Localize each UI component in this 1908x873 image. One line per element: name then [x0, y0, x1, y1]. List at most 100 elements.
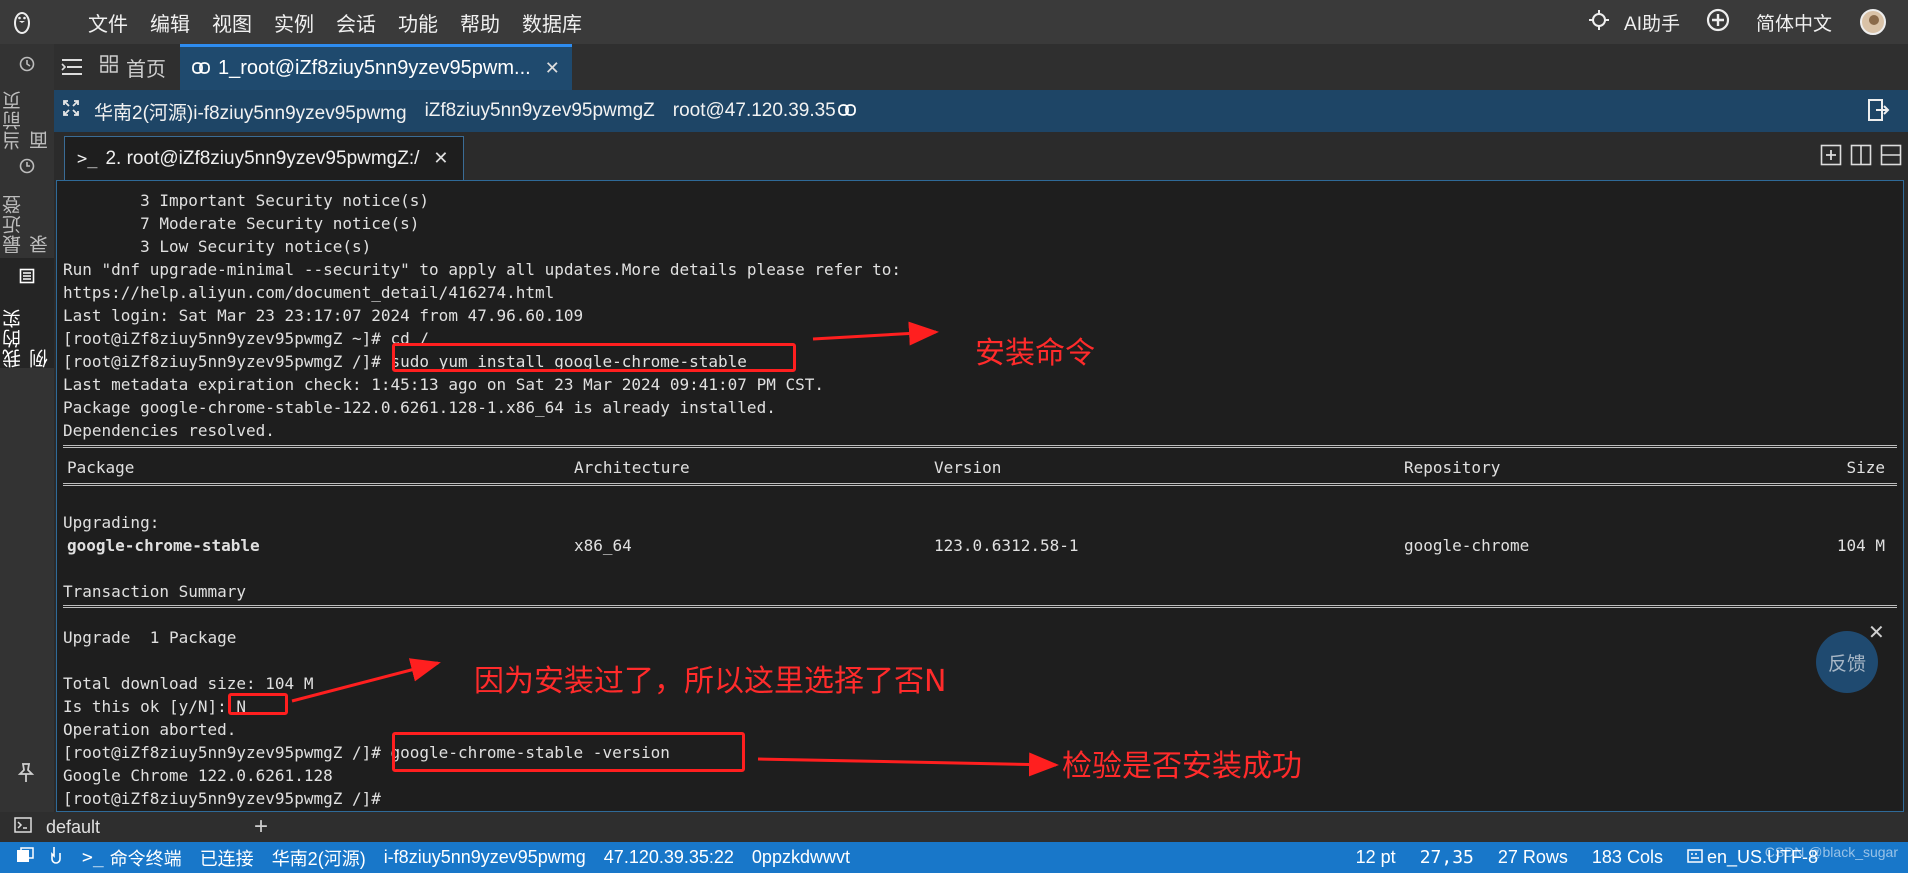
terminal-line: Google Chrome 122.0.6261.128	[63, 766, 333, 785]
package-repository: google-chrome	[1404, 536, 1530, 555]
table-header-version: Version	[934, 458, 1002, 477]
package-name: google-chrome-stable	[67, 536, 260, 555]
menu-instance[interactable]: 实例	[274, 8, 314, 37]
terminal-line: Total download size: 104 M	[63, 674, 314, 693]
terminal-prompt-icon: >_	[82, 847, 104, 868]
sidebar-item-current-page[interactable]: 当前页面	[0, 50, 54, 150]
table-divider	[63, 605, 1897, 613]
menu-bar: 文件 编辑 视图 实例 会话 功能 帮助 数据库 AI助手 简体中文	[0, 0, 1908, 44]
annotation-choose-no: 因为安装过了，所以这里选择了否N	[474, 664, 947, 699]
terminal-line: 3 Important Security notice(s)	[63, 191, 430, 210]
avatar[interactable]	[1860, 9, 1886, 35]
split-vertical-icon[interactable]	[1850, 144, 1872, 171]
left-sidebar: 当前页面 最近登录 我的实例	[0, 44, 54, 812]
tab-session-1[interactable]: 1_root@iZf8ziuy5nn9yzev95pwm... ✕	[180, 44, 572, 90]
status-bar: >_ 命令终端 已连接 华南2(河源) i-f8ziuy5nn9yzev95pw…	[0, 842, 1908, 873]
status-address: 47.120.39.35:22	[603, 847, 734, 867]
split-horizontal-icon[interactable]	[1880, 144, 1902, 171]
terminal-line: Last metadata expiration check: 1:45:13 …	[63, 375, 824, 394]
pin-icon[interactable]	[14, 761, 38, 790]
status-session-id: 0ppzkdwwvt	[751, 847, 850, 867]
terminal-icon	[14, 816, 32, 838]
exit-icon[interactable]	[1866, 98, 1890, 128]
connection-bar: 华南2(河源)i-f8ziuy5nn9yzev95pwmg iZf8ziuy5n…	[54, 90, 1908, 132]
upgrade-line: Upgrade 1 Package	[63, 628, 237, 647]
list-icon	[19, 268, 35, 290]
table-divider	[63, 483, 1897, 491]
session-name[interactable]: default	[46, 817, 100, 838]
terminal-tab[interactable]: >_ 2. root@iZf8ziuy5nn9yzev95pwmgZ:/ ✕	[64, 136, 464, 180]
highlight-answer-n	[228, 693, 288, 715]
terminal-line: Operation aborted.	[63, 720, 237, 739]
menu-view[interactable]: 视图	[212, 8, 252, 37]
terminal-line: https://help.aliyun.com/document_detail/…	[63, 283, 555, 302]
ai-assistant-button[interactable]: AI助手	[1624, 9, 1680, 36]
tab-home-label: 首页	[126, 58, 166, 81]
session-bar: default +	[0, 812, 1908, 842]
terminal-output[interactable]: 3 Important Security notice(s) 7 Moderat…	[56, 180, 1904, 812]
close-icon[interactable]: ✕	[433, 148, 448, 169]
split-controls	[1820, 144, 1902, 171]
menu-file[interactable]: 文件	[88, 8, 128, 37]
terminal-line: [root@iZf8ziuy5nn9yzev95pwmgZ ~]# cd /	[63, 329, 430, 348]
package-version: 123.0.6312.58-1	[934, 536, 1079, 555]
close-icon[interactable]: ✕	[1868, 620, 1885, 645]
terminal-line: Is this ok [y/N]: N	[63, 697, 247, 716]
connection-hostname: iZf8ziuy5nn9yzev95pwmgZ	[424, 100, 655, 121]
add-pane-icon[interactable]	[1820, 144, 1842, 171]
menu-function[interactable]: 功能	[398, 8, 438, 37]
sidebar-item-recent-logins[interactable]: 最近登录	[0, 154, 54, 254]
add-circle-icon[interactable]	[1706, 8, 1730, 37]
add-session-icon[interactable]: +	[254, 812, 268, 842]
tab-home[interactable]: 首页	[90, 44, 180, 90]
ai-icon[interactable]	[1588, 9, 1610, 36]
mouse-icon[interactable]	[50, 846, 64, 869]
status-cursor: 27,35	[1419, 847, 1474, 868]
status-region: 华南2(河源)	[271, 848, 366, 869]
table-divider	[63, 445, 1897, 453]
link-icon	[192, 57, 210, 80]
close-icon[interactable]: ✕	[545, 58, 560, 79]
tab-session-label: 1_root@iZf8ziuy5nn9yzev95pwm...	[218, 57, 531, 79]
status-rows: 27 Rows	[1497, 847, 1568, 867]
terminal-tab-label: 2. root@iZf8ziuy5nn9yzev95pwmgZ:/	[105, 147, 420, 169]
tab-bar: 首页 1_root@iZf8ziuy5nn9yzev95pwm... ✕	[54, 44, 1908, 90]
status-font-size[interactable]: 12 pt	[1356, 847, 1396, 868]
terminal-line: [root@iZf8ziuy5nn9yzev95pwmgZ /]#	[63, 789, 381, 808]
csdn-watermark: CSDN @black_sugar	[1764, 844, 1898, 860]
highlight-install-command	[392, 343, 796, 372]
windows-icon[interactable]	[16, 847, 34, 868]
hamburger-menu-icon[interactable]	[54, 44, 90, 90]
language-selector[interactable]: 简体中文	[1756, 9, 1832, 36]
menu-help[interactable]: 帮助	[460, 8, 500, 37]
sidebar-item-label: 我的实例	[3, 308, 51, 368]
terminal-tab-strip: >_ 2. root@iZf8ziuy5nn9yzev95pwmgZ:/ ✕	[54, 132, 1908, 180]
table-header-size: Size	[1846, 458, 1885, 477]
penguin-logo-icon	[0, 0, 44, 44]
terminal-line: Dependencies resolved.	[63, 421, 275, 440]
status-connection: 已连接	[199, 848, 254, 869]
menu-session[interactable]: 会话	[336, 8, 376, 37]
highlight-version-command	[392, 732, 745, 772]
fullscreen-icon[interactable]	[62, 99, 80, 123]
transaction-summary: Transaction Summary	[63, 582, 247, 601]
annotation-verify: 检验是否安装成功	[1062, 749, 1302, 784]
menu-database[interactable]: 数据库	[522, 8, 582, 37]
grid-icon	[100, 55, 118, 79]
annotation-install-command: 安装命令	[975, 336, 1095, 371]
keyboard-icon	[1687, 847, 1703, 868]
sidebar-item-label: 最近登录	[3, 194, 51, 254]
terminal-line: Last login: Sat Mar 23 23:17:07 2024 fro…	[63, 306, 584, 325]
menu-edit[interactable]: 编辑	[150, 8, 190, 37]
terminal-line: 7 Moderate Security notice(s)	[63, 214, 420, 233]
status-cols: 183 Cols	[1591, 847, 1663, 867]
menubar-right: AI助手 简体中文	[1588, 0, 1886, 44]
sidebar-item-my-instances[interactable]: 我的实例	[0, 258, 54, 368]
history-icon	[19, 158, 35, 180]
status-terminal[interactable]: 命令终端	[110, 845, 182, 871]
sidebar-item-label: 当前页面	[3, 90, 51, 150]
connection-region: 华南2(河源)i-f8ziuy5nn9yzev95pwmg	[94, 102, 407, 124]
connection-user-ip: root@47.120.39.35	[672, 100, 836, 121]
table-header-repository: Repository	[1404, 458, 1501, 477]
link-icon	[837, 100, 856, 122]
